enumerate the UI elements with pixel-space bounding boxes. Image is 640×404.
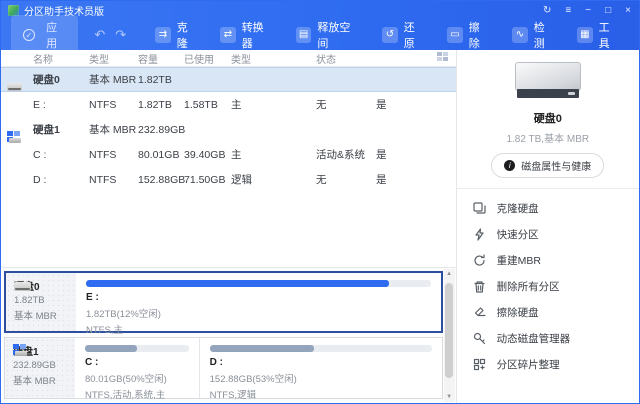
table-row-disk1[interactable]: 硬盘1 基本 MBR 232.89GB xyxy=(1,117,456,142)
toolbar-item-tools[interactable]: ▦ 工具 xyxy=(568,15,629,55)
disk-map: 硬盘0 1.82TB 基本 MBR E : 1.82TB(12%空闲) NTFS… xyxy=(1,267,456,403)
dynamic-disk-manager-icon xyxy=(473,332,486,345)
usage-bar xyxy=(86,280,431,287)
partition-table: 名称 类型 容量 已使用 类型 状态 硬盘0 基本 MBR 1.82TB xyxy=(1,50,456,267)
toolbar: ✓ 应用 ↶ ↷ ⇉ 克隆 ⇄ 转换器 ▤ 释放空间 xyxy=(1,20,639,50)
scroll-up-icon[interactable]: ▲ xyxy=(446,269,452,279)
table-row-disk0[interactable]: 硬盘0 基本 MBR 1.82TB xyxy=(1,67,456,92)
info-icon: i xyxy=(504,160,515,171)
table-row-partition-d[interactable]: D : NTFS 152.88GB 71.50GB 逻辑 无 是 xyxy=(1,167,456,192)
disk-image xyxy=(515,62,581,100)
disk-panel-disk0[interactable]: 硬盘0 1.82TB 基本 MBR E : 1.82TB(12%空闲) NTFS… xyxy=(4,271,443,333)
wipe-icon: ▭ xyxy=(447,27,463,43)
clone-disk-icon xyxy=(473,202,486,215)
disk-properties-button[interactable]: i 磁盘属性与健康 xyxy=(491,153,604,178)
table-row-partition-e[interactable]: E : NTFS 1.82TB 1.58TB 主 无 是 xyxy=(1,92,456,117)
action-delete-all-partitions[interactable]: 删除所有分区 xyxy=(457,273,639,299)
apply-label: 应用 xyxy=(41,19,63,51)
clone-icon: ⇉ xyxy=(155,27,171,43)
toolbar-item-clone[interactable]: ⇉ 克隆 xyxy=(146,15,207,55)
toolbar-item-free-space[interactable]: ▤ 释放空间 xyxy=(287,15,369,55)
disk0-info-cell[interactable]: 硬盘0 1.82TB 基本 MBR xyxy=(6,273,76,331)
defrag-icon xyxy=(473,358,486,371)
partition-block-d[interactable]: D : 152.88GB(53%空闲) NTFS,逻辑 xyxy=(200,338,442,398)
rebuild-mbr-icon xyxy=(473,254,486,267)
tools-icon: ▦ xyxy=(577,27,593,43)
toolbar-item-restore[interactable]: ↺ 还原 xyxy=(373,15,434,55)
wipe-disk-icon xyxy=(473,306,486,319)
action-wipe-disk[interactable]: 擦除硬盘 xyxy=(457,299,639,325)
selected-disk-name: 硬盘0 xyxy=(457,110,639,126)
close-button[interactable]: × xyxy=(625,6,631,16)
app-window: 分区助手技术员版 ↻ ≡ − □ × ✓ 应用 ↶ ↷ ⇉ 克隆 xyxy=(0,0,640,404)
menu-icon[interactable]: ≡ xyxy=(565,6,571,16)
sidebar: 硬盘0 1.82 TB,基本 MBR i 磁盘属性与健康 克隆硬盘 快速分区 xyxy=(456,50,639,403)
column-settings-icon[interactable] xyxy=(437,52,448,65)
restore-icon: ↺ xyxy=(382,27,398,43)
scroll-down-icon[interactable]: ▼ xyxy=(446,392,452,402)
minimize-button[interactable]: − xyxy=(585,6,591,16)
disk1-info-cell[interactable]: 硬盘1 232.89GB 基本 MBR xyxy=(5,338,75,398)
partition-block-e[interactable]: E : 1.82TB(12%空闲) NTFS,主 xyxy=(76,273,441,331)
selected-disk-info: 1.82 TB,基本 MBR xyxy=(457,130,639,145)
action-clone-disk[interactable]: 克隆硬盘 xyxy=(457,195,639,221)
action-defrag[interactable]: 分区碎片整理 xyxy=(457,351,639,377)
table-row-partition-c[interactable]: C : NTFS 80.01GB 39.40GB 主 活动&系统 是 xyxy=(1,142,456,167)
toolbar-item-converter[interactable]: ⇄ 转换器 xyxy=(211,15,283,55)
refresh-icon[interactable]: ↻ xyxy=(543,6,551,16)
apply-button[interactable]: ✓ 应用 xyxy=(11,15,78,55)
action-rebuild-mbr[interactable]: 重建MBR xyxy=(457,247,639,273)
table-header: 名称 类型 容量 已使用 类型 状态 xyxy=(1,50,456,67)
action-list: 克隆硬盘 快速分区 重建MBR 删除所有分区 擦除硬盘 xyxy=(457,189,639,383)
redo-icon[interactable]: ↷ xyxy=(115,27,126,43)
free-space-icon: ▤ xyxy=(296,27,312,43)
disk-panel-disk1[interactable]: 硬盘1 232.89GB 基本 MBR C : 80.01GB(50%空闲) N… xyxy=(4,337,443,399)
scrollbar-thumb[interactable] xyxy=(445,283,453,378)
quick-partition-icon xyxy=(473,228,486,241)
action-dynamic-disk-manager[interactable]: 动态磁盘管理器 xyxy=(457,325,639,351)
header: 分区助手技术员版 ↻ ≡ − □ × ✓ 应用 ↶ ↷ ⇉ 克隆 xyxy=(1,1,639,50)
check-icon: ✓ xyxy=(23,29,35,41)
test-icon: ∿ xyxy=(512,27,528,43)
undo-icon[interactable]: ↶ xyxy=(94,27,105,43)
converter-icon: ⇄ xyxy=(220,27,236,43)
maximize-button[interactable]: □ xyxy=(605,6,611,16)
partition-block-c[interactable]: C : 80.01GB(50%空闲) NTFS,活动,系统,主 xyxy=(75,338,200,398)
delete-all-partitions-icon xyxy=(473,280,486,293)
usage-bar xyxy=(85,345,189,352)
toolbar-item-test[interactable]: ∿ 检测 xyxy=(503,15,564,55)
usage-bar xyxy=(210,345,432,352)
action-quick-partition[interactable]: 快速分区 xyxy=(457,221,639,247)
vertical-scrollbar[interactable]: ▲ ▼ xyxy=(444,269,455,402)
toolbar-item-wipe[interactable]: ▭ 擦除 xyxy=(438,15,499,55)
